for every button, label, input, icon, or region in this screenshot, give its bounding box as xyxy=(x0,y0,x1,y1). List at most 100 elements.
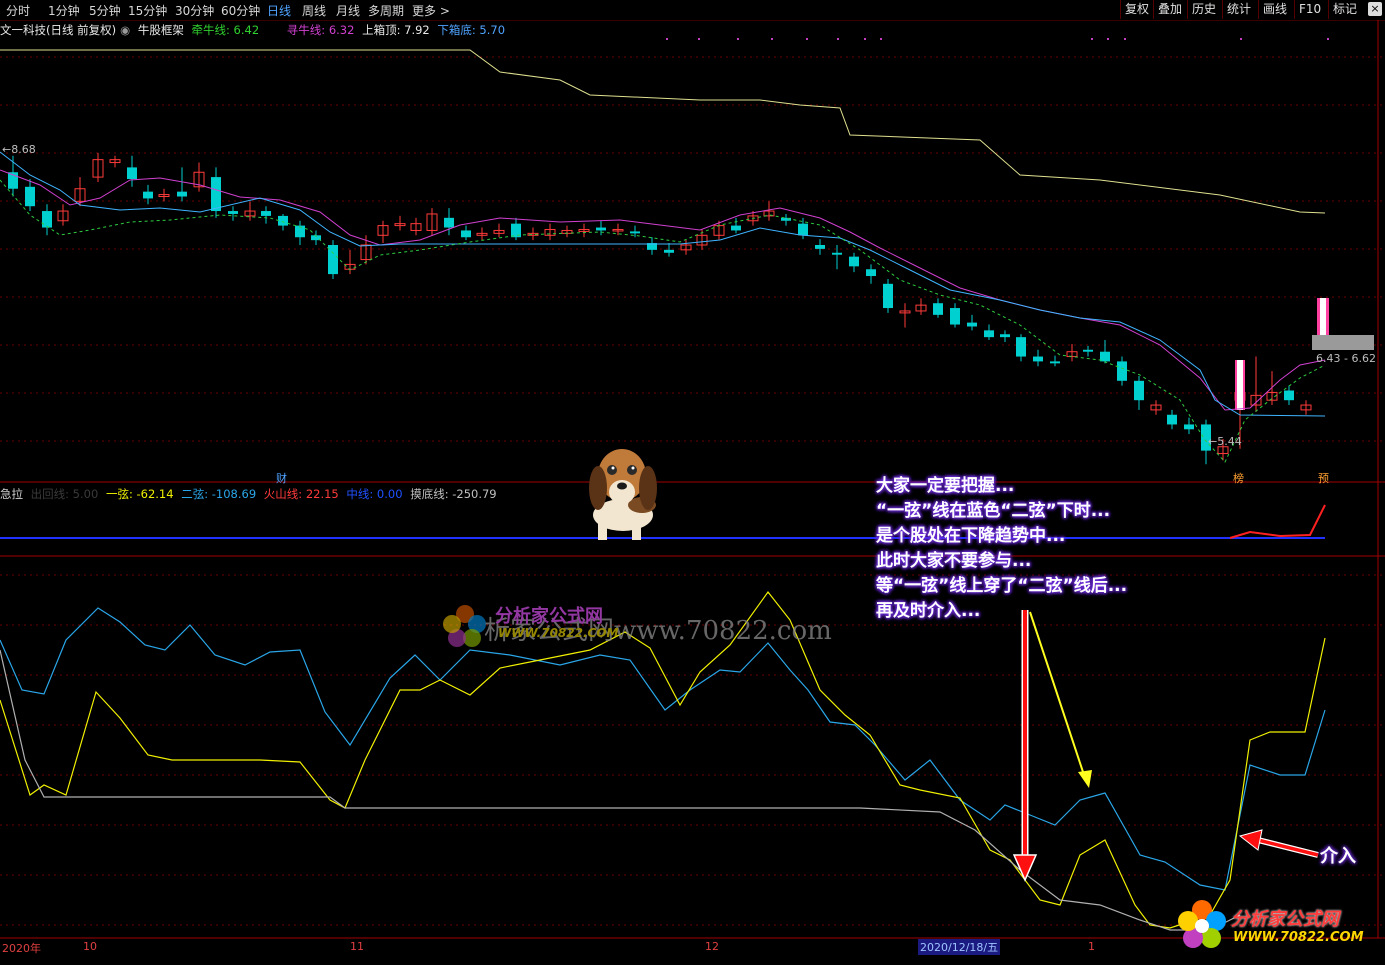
dog-eye xyxy=(607,465,617,475)
forecast-marker[interactable]: 预 xyxy=(1318,470,1329,486)
candle-body-down xyxy=(984,330,994,338)
marker-dot xyxy=(1240,38,1242,40)
annotation-line: “一弦”线在蓝色“二弦”下时... xyxy=(876,501,1111,521)
watermark-name: 分析家公式网 xyxy=(495,606,603,627)
candlesticks xyxy=(8,152,1374,465)
dog-eye xyxy=(627,465,637,475)
marker-dot xyxy=(1107,38,1109,40)
candle-body-down xyxy=(278,215,288,226)
modi-line xyxy=(0,649,1241,931)
yellow-arrow-head xyxy=(1078,770,1092,788)
entry-arrow-head xyxy=(1238,829,1263,851)
xunniu-line xyxy=(0,179,1326,463)
candle-body-down xyxy=(950,308,960,325)
candle-body-down xyxy=(815,245,825,249)
rank-marker[interactable]: 榜 xyxy=(1233,470,1244,486)
dog-eye-shine xyxy=(611,466,615,470)
date-oct: 10 xyxy=(83,940,97,953)
marker-dot xyxy=(666,38,668,40)
candle-body-down xyxy=(25,186,35,207)
marker-dot xyxy=(1124,38,1126,40)
date-jan: 1 xyxy=(1088,940,1095,953)
candle-body-down xyxy=(933,303,943,315)
dog-eye-shine xyxy=(631,466,635,470)
marker-dot xyxy=(880,38,882,40)
entry-label: 介入 xyxy=(1320,846,1356,867)
candle-body-down xyxy=(630,231,640,234)
candle-body-down xyxy=(444,217,454,228)
marker-dot xyxy=(837,38,839,40)
candle-body-down xyxy=(798,223,808,236)
dog-mascot-icon xyxy=(589,449,657,540)
marker-dot xyxy=(737,38,739,40)
annotation-text: 大家一定要把握... “一弦”线在蓝色“二弦”下时... 是个股处在下降趋势中.… xyxy=(876,474,1127,624)
candle-body-down xyxy=(967,322,977,327)
candle-body-down xyxy=(832,252,842,255)
candle-body-down xyxy=(177,191,187,197)
last-price-label: 6.43 - 6.62 xyxy=(1316,352,1376,365)
volcano-line xyxy=(1229,504,1326,539)
candle-body-down xyxy=(883,283,893,309)
annotation-line: 大家一定要把握... xyxy=(876,476,1015,496)
marker-dot xyxy=(1327,38,1329,40)
price-highlight-box xyxy=(1312,335,1374,350)
date-nov: 11 xyxy=(350,940,364,953)
entry-arrow-shaft xyxy=(1257,838,1319,857)
limit-up-bar-inner xyxy=(1320,298,1326,335)
candle-body-down xyxy=(211,177,221,212)
flower-logo-icon xyxy=(1178,900,1226,948)
annotation-line: 是个股处在下降趋势中... xyxy=(876,526,1066,546)
flower-icon xyxy=(443,605,486,647)
candle-body-down xyxy=(1083,349,1093,352)
candle-body-down xyxy=(42,211,52,228)
candle-body-down xyxy=(1016,337,1026,357)
dog-leg xyxy=(632,518,641,540)
marker-dot xyxy=(864,38,866,40)
annotation-line: 此时大家不要参与... xyxy=(876,551,1032,571)
marker-dot xyxy=(806,38,808,40)
date-dec: 12 xyxy=(705,940,719,953)
logo-name: 分析家公式网 xyxy=(1231,909,1339,930)
candle-body-down xyxy=(1100,351,1110,362)
watermark-url: WWW.70822.COM xyxy=(498,626,619,640)
cursor-date: 2020/12/18/五 xyxy=(918,939,1001,955)
indicator-lines xyxy=(0,49,1326,463)
candle-body-down xyxy=(731,225,741,231)
yellow-arrow-shaft xyxy=(1029,611,1085,776)
candle-body-down xyxy=(1050,361,1060,364)
dog-ear xyxy=(589,466,607,510)
annotation-arrows xyxy=(1012,610,1319,882)
logo-url: WWW.70822.COM xyxy=(1233,930,1364,945)
finance-marker[interactable]: 财 xyxy=(276,470,287,486)
candle-body-down xyxy=(1134,380,1144,401)
marker-dot xyxy=(698,38,700,40)
low-price-label: ←5.44 xyxy=(1208,435,1242,448)
marker-dot xyxy=(1091,38,1093,40)
marker-dot xyxy=(771,38,773,40)
candle-body-down xyxy=(143,191,153,199)
candle-body-down xyxy=(849,256,859,267)
candle-body-down xyxy=(261,211,271,216)
candle-body-down xyxy=(127,167,137,180)
high-price-label: ←8.68 xyxy=(2,143,36,156)
limit-up-bar-inner xyxy=(1237,360,1243,410)
candle-body-down xyxy=(664,249,674,253)
kline-chart[interactable] xyxy=(0,0,1385,965)
annotation-line: 等“一弦”线上穿了“二弦”线后... xyxy=(876,576,1128,596)
candle-body-down xyxy=(1000,334,1010,338)
candle-body-down xyxy=(596,227,606,231)
annotation-line: 再及时介入... xyxy=(876,601,981,621)
dog-nose xyxy=(617,482,627,490)
dog-ear xyxy=(639,466,657,510)
candle-body-down xyxy=(1184,424,1194,430)
candle-body-down xyxy=(1117,361,1127,381)
site-logo: 分析家公式网 WWW.70822.COM xyxy=(1175,898,1375,953)
candle-body-down xyxy=(1167,414,1177,425)
grid-lines xyxy=(0,20,1385,939)
dog-leg xyxy=(598,518,607,540)
candle-body-down xyxy=(228,211,238,214)
erxian-line xyxy=(0,607,1326,891)
candle-body-down xyxy=(1033,356,1043,362)
candle-body-down xyxy=(1284,390,1294,401)
date-year: 2020年 xyxy=(2,942,41,955)
